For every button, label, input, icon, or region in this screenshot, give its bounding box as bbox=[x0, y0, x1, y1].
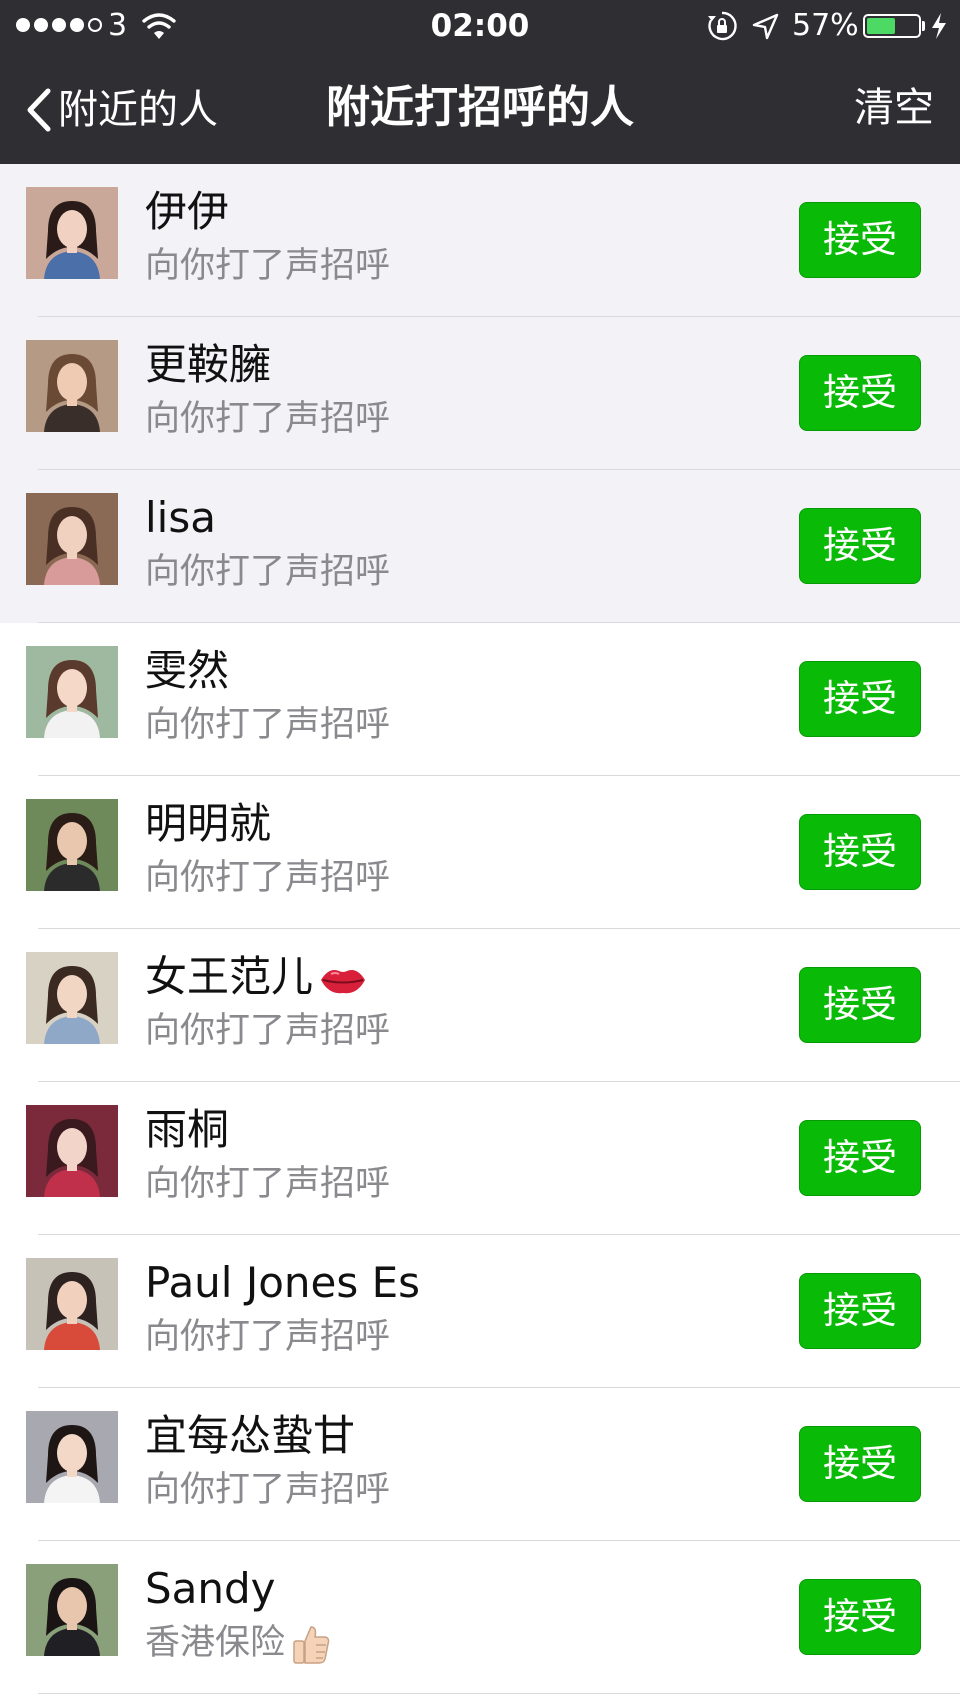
contact-name: 雯然 bbox=[145, 645, 229, 697]
greeting-list: 伊伊 向你打了声招呼 接受 更鞍臃 向你打了声招呼 接受 lisa 向你打了声招呼 接受 雯然 向你… bbox=[0, 164, 960, 1694]
accept-button[interactable]: 接受 bbox=[799, 202, 921, 278]
accept-button[interactable]: 接受 bbox=[799, 967, 921, 1043]
greeting-row[interactable]: lisa 向你打了声招呼 接受 bbox=[0, 470, 960, 623]
avatar[interactable] bbox=[26, 1258, 118, 1350]
battery-percent: 57% bbox=[792, 8, 859, 43]
contact-name-text: 宜每怂蛰甘 bbox=[145, 1411, 356, 1460]
charging-bolt-icon bbox=[932, 13, 946, 39]
greeting-message-text: 向你打了声招呼 bbox=[145, 1317, 391, 1357]
signal-dot bbox=[88, 18, 102, 32]
thumbs-up-icon bbox=[293, 1626, 330, 1664]
greeting-row[interactable]: 宜每怂蛰甘向你打了声招呼 接受 bbox=[0, 1388, 960, 1541]
battery-level bbox=[867, 18, 895, 34]
contact-name-text: Sandy bbox=[145, 1564, 276, 1613]
greeting-message: 向你打了声招呼 bbox=[145, 397, 390, 441]
greeting-message: 向你打了声招呼 bbox=[145, 856, 390, 900]
greeting-row[interactable]: 女王范儿向你打了声招呼 接受 bbox=[0, 929, 960, 1082]
accept-button[interactable]: 接受 bbox=[799, 1120, 921, 1196]
greeting-row[interactable]: 雨桐向你打了声招呼 接受 bbox=[0, 1082, 960, 1235]
avatar[interactable] bbox=[26, 1564, 118, 1656]
greeting-message-text: 向你打了声招呼 bbox=[145, 1470, 391, 1510]
rotation-lock-icon bbox=[708, 11, 737, 41]
accept-button[interactable]: 接受 bbox=[799, 814, 921, 890]
clock: 02:00 bbox=[430, 8, 530, 44]
signal-dot bbox=[70, 18, 84, 32]
greeting-message: 向你打了声招呼 bbox=[145, 703, 390, 747]
signal-dot bbox=[16, 18, 30, 32]
avatar[interactable] bbox=[26, 187, 118, 279]
back-button[interactable]: 附近的人 bbox=[24, 80, 218, 140]
greeting-message-text: 向你打了声招呼 bbox=[145, 858, 391, 898]
greeting-message: 向你打了声招呼 bbox=[145, 1315, 390, 1359]
greeting-message-text: 香港保险 bbox=[145, 1623, 286, 1663]
greeting-message-text: 向你打了声招呼 bbox=[145, 705, 391, 745]
greeting-row[interactable]: 更鞍臃向你打了声招呼 接受 bbox=[0, 317, 960, 470]
avatar[interactable] bbox=[26, 952, 118, 1044]
carrier-label: 3 bbox=[108, 8, 128, 43]
accept-button[interactable]: 接受 bbox=[799, 355, 921, 431]
accept-button[interactable]: 接受 bbox=[799, 1579, 921, 1655]
contact-name-text: Paul Jones Es bbox=[145, 1258, 421, 1307]
avatar[interactable] bbox=[26, 1105, 118, 1197]
chevron-left-icon bbox=[27, 88, 51, 132]
contact-name: Paul Jones Es bbox=[145, 1257, 420, 1309]
greeting-message: 向你打了声招呼 bbox=[145, 1468, 390, 1512]
contact-name-text: 雨桐 bbox=[145, 1105, 230, 1154]
greeting-row[interactable]: 伊伊向你打了声招呼 接受 bbox=[0, 164, 960, 317]
greeting-message: 向你打了声招呼 bbox=[145, 1162, 390, 1206]
accept-button[interactable]: 接受 bbox=[799, 661, 921, 737]
greeting-message-text: 向你打了声招呼 bbox=[145, 552, 391, 592]
greeting-message-text: 向你打了声招呼 bbox=[145, 1164, 391, 1204]
avatar[interactable] bbox=[26, 340, 118, 432]
battery-tip bbox=[922, 21, 925, 31]
contact-name-text: 女王范儿 bbox=[145, 952, 314, 1001]
contact-name-text: 明明就 bbox=[145, 799, 272, 848]
greeting-row[interactable]: 明明就向你打了声招呼 接受 bbox=[0, 776, 960, 929]
accept-button[interactable]: 接受 bbox=[799, 1426, 921, 1502]
wifi-icon bbox=[142, 13, 176, 39]
avatar[interactable] bbox=[26, 1411, 118, 1503]
accept-button[interactable]: 接受 bbox=[799, 508, 921, 584]
back-label: 附近的人 bbox=[58, 87, 218, 133]
contact-name-text: 更鞍臃 bbox=[145, 340, 272, 389]
greeting-message-text: 向你打了声招呼 bbox=[145, 1011, 391, 1051]
clear-button[interactable]: 清空 bbox=[854, 82, 934, 134]
greeting-message-text: 向你打了声招呼 bbox=[145, 399, 391, 439]
contact-name: 女王范儿 bbox=[145, 951, 367, 1003]
status-bar: 3 02:00 57% bbox=[0, 0, 960, 52]
signal-dot bbox=[34, 18, 48, 32]
greeting-message: 向你打了声招呼 bbox=[145, 244, 390, 288]
contact-name: 宜每怂蛰甘 bbox=[145, 1410, 355, 1462]
battery-icon bbox=[863, 14, 921, 38]
contact-name-text: lisa bbox=[145, 493, 216, 542]
contact-name: 雨桐 bbox=[145, 1104, 229, 1156]
avatar[interactable] bbox=[26, 799, 118, 891]
greeting-message: 香港保险 bbox=[145, 1621, 331, 1665]
location-arrow-icon bbox=[752, 13, 779, 40]
signal-dot bbox=[52, 18, 66, 32]
greeting-message-text: 向你打了声招呼 bbox=[145, 246, 391, 286]
greeting-row[interactable]: Paul Jones Es 向你打了声招呼 接受 bbox=[0, 1235, 960, 1388]
kiss-lips-icon bbox=[321, 969, 366, 993]
contact-name-text: 雯然 bbox=[145, 646, 230, 695]
greeting-message: 向你打了声招呼 bbox=[145, 1009, 390, 1053]
contact-name: 明明就 bbox=[145, 798, 271, 850]
row-divider bbox=[38, 1693, 960, 1694]
contact-name: lisa bbox=[145, 492, 216, 544]
contact-name: 伊伊 bbox=[145, 186, 229, 238]
greeting-row[interactable]: Sandy 香港保险 接受 bbox=[0, 1541, 960, 1694]
signal-strength-icon bbox=[16, 18, 106, 32]
top-bar: 3 02:00 57% 附近的人 附近打招呼的人 清空 bbox=[0, 0, 960, 164]
page-title: 附近打招呼的人 bbox=[326, 82, 634, 133]
contact-name: Sandy bbox=[145, 1563, 276, 1615]
accept-button[interactable]: 接受 bbox=[799, 1273, 921, 1349]
avatar[interactable] bbox=[26, 646, 118, 738]
contact-name: 更鞍臃 bbox=[145, 339, 271, 391]
avatar[interactable] bbox=[26, 493, 118, 585]
greeting-message: 向你打了声招呼 bbox=[145, 550, 390, 594]
greeting-row[interactable]: 雯然向你打了声招呼 接受 bbox=[0, 623, 960, 776]
contact-name-text: 伊伊 bbox=[145, 187, 230, 236]
